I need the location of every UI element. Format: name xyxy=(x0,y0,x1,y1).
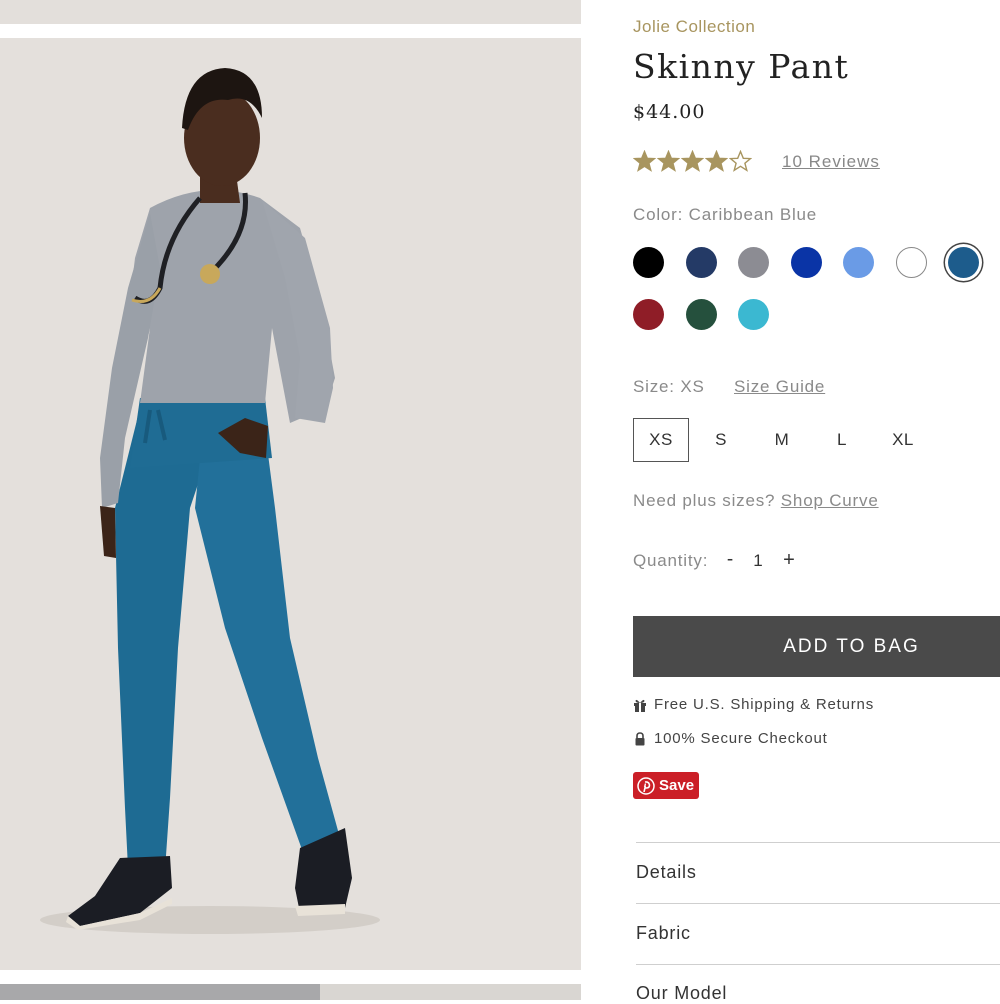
star-filled-icon xyxy=(657,149,680,172)
size-guide-link[interactable]: Size Guide xyxy=(734,377,825,397)
quantity-label: Quantity: xyxy=(633,551,709,570)
quantity-value[interactable]: 1 xyxy=(751,551,765,571)
add-to-bag-button[interactable]: ADD TO BAG xyxy=(633,616,1000,677)
pinterest-save-button[interactable]: Save xyxy=(633,772,699,799)
product-price: $44.00 xyxy=(633,101,706,123)
shipping-text: Free U.S. Shipping & Returns xyxy=(654,696,874,713)
star-filled-icon xyxy=(705,149,728,172)
reviews-link[interactable]: 10 Reviews xyxy=(782,152,880,172)
accordion-our-model[interactable]: Our Model xyxy=(636,983,727,1004)
product-photo[interactable] xyxy=(0,38,581,970)
accordion-divider xyxy=(636,903,1000,904)
gallery-thumbnail-next[interactable] xyxy=(0,984,581,1000)
accordion-divider xyxy=(636,842,1000,843)
stars-container xyxy=(633,149,752,173)
color-swatch-white[interactable] xyxy=(895,247,927,278)
star-empty-icon xyxy=(729,149,752,172)
thumbnail-preview xyxy=(0,984,320,1000)
collection-name[interactable]: Jolie Collection xyxy=(633,17,755,37)
shipping-perk: Free U.S. Shipping & Returns xyxy=(633,696,874,713)
model-photo-illustration xyxy=(40,68,380,934)
product-details-panel: Jolie Collection Skinny Pant $44.00 10 R… xyxy=(633,0,1000,1003)
gift-icon xyxy=(634,699,646,712)
accordion-divider xyxy=(636,964,1000,965)
color-swatch-red[interactable] xyxy=(633,299,664,330)
size-option-s[interactable]: S xyxy=(693,418,749,462)
color-swatch-caribbean-blue[interactable] xyxy=(948,247,979,278)
color-swatch-turquoise[interactable] xyxy=(738,299,769,330)
gallery-thumbnail-previous[interactable] xyxy=(0,0,581,24)
star-filled-icon xyxy=(633,149,656,172)
quantity-decrease-button[interactable]: - xyxy=(723,549,737,571)
pinterest-icon xyxy=(637,776,655,795)
star-filled-icon xyxy=(681,149,704,172)
quantity-increase-button[interactable]: + xyxy=(780,549,798,572)
accordion-details[interactable]: Details xyxy=(636,862,697,883)
product-title: Skinny Pant xyxy=(633,47,850,86)
size-option-xl[interactable]: XL xyxy=(875,418,931,462)
color-swatch-navy[interactable] xyxy=(685,247,717,278)
color-swatch-grey[interactable] xyxy=(738,247,769,278)
color-swatch-green[interactable] xyxy=(685,299,717,330)
pinterest-save-label: Save xyxy=(659,777,695,794)
color-swatch-royal-blue[interactable] xyxy=(790,247,822,278)
secure-text: 100% Secure Checkout xyxy=(654,730,828,747)
secure-perk: 100% Secure Checkout xyxy=(633,730,828,747)
lock-icon xyxy=(635,731,645,745)
color-swatch-black[interactable] xyxy=(633,247,664,278)
color-swatch-light-blue[interactable] xyxy=(843,247,874,278)
product-gallery xyxy=(0,0,581,1000)
size-option-xs[interactable]: XS xyxy=(633,418,689,462)
plus-sizes-text: Need plus sizes? xyxy=(633,491,776,510)
size-label: Size: XS xyxy=(633,377,705,396)
accordion-fabric[interactable]: Fabric xyxy=(636,923,691,944)
size-option-l[interactable]: L xyxy=(814,418,870,462)
plus-sizes-note: Need plus sizes? Shop Curve xyxy=(633,491,879,511)
size-option-m[interactable]: M xyxy=(754,418,810,462)
star-rating[interactable] xyxy=(633,148,752,174)
color-label: Color: Caribbean Blue xyxy=(633,205,818,224)
shop-curve-link[interactable]: Shop Curve xyxy=(781,491,879,510)
